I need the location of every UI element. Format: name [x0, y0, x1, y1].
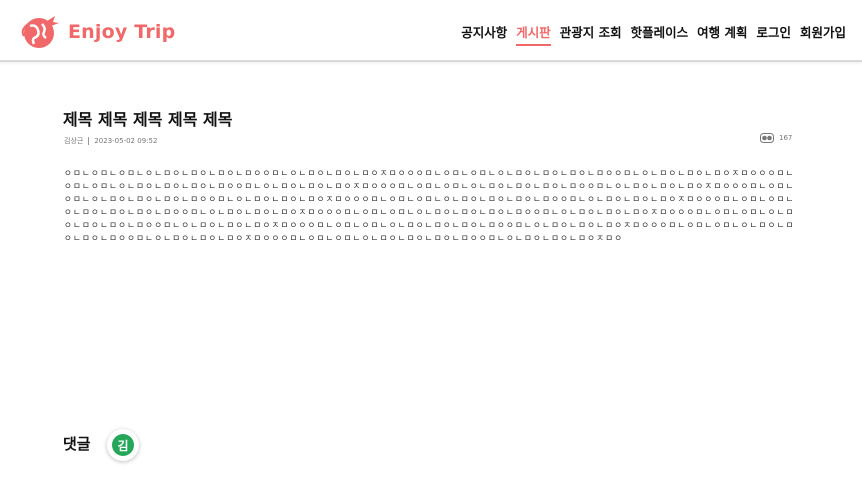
view-count: 167	[760, 133, 792, 143]
nav-notice[interactable]: 공지사항	[461, 22, 507, 46]
globe-bird-logo-icon	[21, 16, 59, 48]
logo-text: Enjoy Trip	[68, 21, 176, 43]
main-nav: 공지사항 게시판 관광지 조회 핫플레이스 여행 계획 로그인 회원가입	[461, 22, 846, 46]
view-count-value: 167	[779, 134, 793, 142]
nav-attractions[interactable]: 관광지 조회	[560, 22, 622, 46]
logo[interactable]: Enjoy Trip	[20, 14, 175, 50]
nav-signup[interactable]: 회원가입	[800, 22, 846, 46]
comment-avatar-button[interactable]: 김	[107, 429, 139, 461]
post-author: 김상근	[64, 137, 84, 145]
nav-board[interactable]: 게시판	[516, 22, 551, 46]
avatar: 김	[112, 434, 134, 456]
post-meta: 김상근 2023-05-02 09:52	[64, 136, 157, 146]
nav-hotplace[interactable]: 핫플레이스	[631, 22, 689, 46]
post-date: 2023-05-02 09:52	[94, 137, 158, 145]
eye-icon	[760, 133, 774, 143]
post-content: ㅇㅁㄴㅇㅁㄴㅇㅁㄴㅇㄴㅁㅇㄴㅁㅇㄴㅁㅇㄴㅁㅇㅇㅁㄴㅇㄴㅁㅇㄴㅁㅇㄴㅁㅇㅈㅁㅇㅇㅇ…	[64, 169, 795, 244]
site-header: Enjoy Trip 공지사항 게시판 관광지 조회 핫플레이스 여행 계획 로…	[0, 0, 862, 62]
nav-login[interactable]: 로그인	[756, 22, 791, 46]
meta-divider	[88, 137, 90, 145]
comments-title: 댓글	[63, 435, 91, 453]
nav-trip-plan[interactable]: 여행 계획	[697, 22, 747, 46]
post-title: 제목 제목 제목 제목 제목	[63, 110, 233, 129]
